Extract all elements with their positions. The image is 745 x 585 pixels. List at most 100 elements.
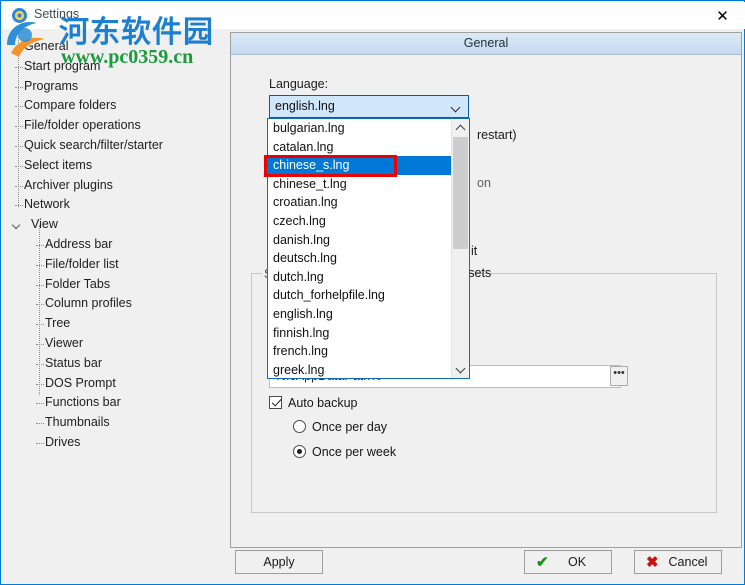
sidebar-item-label: Column profiles (45, 296, 132, 311)
dropdown-option[interactable]: deutsch.lng (268, 249, 469, 268)
radio-once-per-week-label: Once per week (312, 445, 397, 459)
tree-connector-dash (36, 284, 44, 286)
sidebar-item-start-program[interactable]: Start program (24, 57, 100, 76)
sidebar-item-label: Select items (24, 157, 93, 172)
dropdown-option[interactable]: catalan.lng (268, 138, 469, 157)
close-icon[interactable]: ✕ (700, 2, 745, 29)
dropdown-option[interactable]: bulgarian.lng (268, 119, 469, 138)
auto-backup-label: Auto backup (288, 396, 358, 410)
language-dropdown-list[interactable]: bulgarian.lng catalan.lng chinese_s.lng chi… (267, 118, 470, 379)
tree-connector-dash (36, 383, 44, 385)
radio-once-per-day[interactable]: Once per day (293, 420, 387, 434)
tree-connector-dash (36, 443, 44, 444)
language-combobox-value: english.lng (275, 99, 335, 113)
sidebar-item-label: Start program (24, 58, 101, 73)
dropdown-option[interactable]: danish.lng (268, 231, 469, 250)
sidebar-item-label: DOS Prompt (45, 375, 116, 390)
settings-window: Settings ✕ General Start program Programs C… (0, 0, 745, 585)
chevron-down-icon (452, 104, 461, 113)
scroll-up-icon[interactable] (452, 119, 469, 136)
sidebar-item-thumbnails[interactable]: Thumbnails (45, 413, 110, 432)
dropdown-option[interactable]: dutch.lng (268, 268, 469, 287)
dropdown-option[interactable]: chinese_t.lng (268, 175, 469, 194)
tree-connector-dash (15, 66, 23, 68)
ok-button-label: OK (567, 555, 587, 569)
tree-connector (39, 225, 40, 395)
sidebar-item-folder-tabs[interactable]: Folder Tabs (45, 275, 110, 294)
sidebar-item-label: Functions bar (45, 395, 121, 410)
sidebar-item-view[interactable]: View (14, 215, 58, 234)
sidebar-item-file-folder-list[interactable]: File/folder list (45, 255, 119, 274)
radio-icon (293, 420, 306, 433)
apply-button[interactable]: Apply (235, 550, 323, 574)
sidebar-item-programs[interactable]: Programs (24, 77, 78, 96)
tree-connector-dash (36, 403, 44, 405)
tree-connector-dash (36, 245, 44, 246)
auto-backup-checkbox[interactable]: Auto backup (269, 396, 358, 410)
sidebar-item-label: Thumbnails (45, 415, 110, 430)
sidebar-item-label: Archiver plugins (24, 177, 113, 192)
dropdown-option[interactable]: czech.lng (268, 212, 469, 231)
dropdown-option[interactable]: finnish.lng (268, 324, 469, 343)
dropdown-option[interactable]: chinese_s.lng (268, 156, 469, 175)
sidebar-item-select-items[interactable]: Select items (24, 156, 92, 175)
tree-connector-dash (36, 344, 44, 345)
sidebar-item-label: Folder Tabs (45, 276, 111, 291)
scroll-down-icon[interactable] (452, 361, 469, 378)
option-fragment: on (477, 176, 491, 190)
dropdown-scrollbar[interactable] (451, 119, 469, 378)
sidebar-item-column-profiles[interactable]: Column profiles (45, 294, 132, 313)
dropdown-option[interactable]: croatian.lng (268, 193, 469, 212)
dropdown-option[interactable]: greek.lng (268, 361, 469, 378)
restart-note-fragment: restart) (477, 128, 517, 142)
radio-once-per-week[interactable]: Once per week (293, 445, 396, 459)
sidebar-item-label: Status bar (45, 355, 102, 370)
tree-connector-dash (15, 47, 23, 48)
settings-tree[interactable]: General Start program Programs Compare fold… (2, 29, 221, 584)
tree-connector-dash (15, 165, 23, 167)
cross-icon: ✖ (646, 554, 659, 571)
sidebar-item-status-bar[interactable]: Status bar (45, 354, 102, 373)
sidebar-item-label: Viewer (45, 336, 83, 350)
sidebar-item-label: View (31, 217, 58, 232)
tree-connector-dash (36, 423, 44, 425)
ok-button[interactable]: ✔ OK (524, 550, 612, 574)
sidebar-item-drives[interactable]: Drives (45, 433, 80, 452)
sidebar-item-quick-search-filter-starter[interactable]: Quick search/filter/starter (24, 136, 163, 155)
sidebar-item-tree[interactable]: Tree (45, 314, 70, 333)
sidebar-item-compare-folders[interactable]: Compare folders (24, 96, 116, 115)
dropdown-option[interactable]: dutch_forhelpfile.lng (268, 286, 469, 305)
check-icon: ✔ (536, 554, 549, 571)
sidebar-item-network[interactable]: Network (24, 195, 70, 214)
language-combobox[interactable]: english.lng (269, 95, 469, 118)
sidebar-item-label: General (24, 39, 69, 53)
option-fragment-2: it (471, 244, 478, 258)
sidebar-item-file-folder-operations[interactable]: File/folder operations (24, 116, 141, 135)
tree-connector-dash (15, 86, 23, 88)
dropdown-option[interactable]: french.lng (268, 342, 469, 361)
sidebar-item-label: Address bar (45, 237, 113, 251)
chevron-down-icon[interactable] (12, 220, 22, 230)
sidebar-item-label: Tree (45, 316, 71, 331)
window-title: Settings (34, 7, 80, 21)
sidebar-item-dos-prompt[interactable]: DOS Prompt (45, 374, 116, 393)
tree-connector-dash (15, 185, 23, 187)
radio-icon-selected (293, 445, 306, 458)
sidebar-item-address-bar[interactable]: Address bar (45, 235, 112, 254)
sidebar-item-functions-bar[interactable]: Functions bar (45, 393, 121, 412)
checkbox-icon (269, 396, 282, 409)
settings-icon (12, 8, 27, 23)
cancel-button[interactable]: ✖ Cancel (634, 550, 722, 574)
browse-button[interactable]: ••• (610, 366, 628, 386)
sidebar-item-general[interactable]: General (24, 37, 68, 56)
sidebar-item-viewer[interactable]: Viewer (45, 334, 83, 353)
sidebar-item-archiver-plugins[interactable]: Archiver plugins (24, 176, 113, 195)
scrollbar-thumb[interactable] (453, 137, 468, 249)
sidebar-item-label: Quick search/filter/starter (24, 138, 163, 152)
tree-connector-dash (15, 205, 23, 207)
tree-connector-dash (36, 304, 44, 306)
language-label: Language: (269, 77, 329, 91)
tree-connector-dash (36, 264, 44, 266)
dropdown-option[interactable]: english.lng (268, 305, 469, 324)
apply-button-label: Apply (263, 555, 295, 569)
